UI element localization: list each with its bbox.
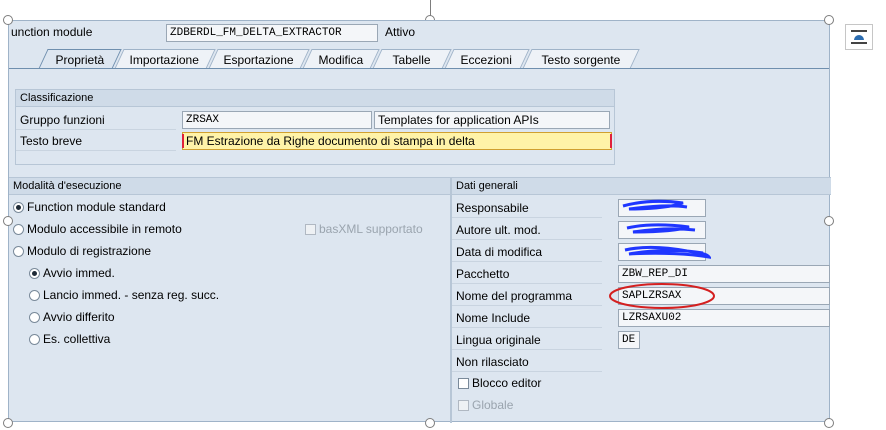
radio-remote-enabled[interactable] (13, 224, 24, 235)
tab-proprieta[interactable]: Proprietà (38, 49, 122, 69)
editor-lock-checkbox[interactable] (458, 378, 469, 389)
radio-immediate-no-restart[interactable] (29, 290, 40, 301)
processing-type-group: Modalità d'esecuzione Function module st… (9, 177, 451, 423)
tab-strip-border (9, 68, 829, 69)
layout-options-button[interactable] (845, 24, 873, 50)
tab-eccezioni[interactable]: Eccezioni (444, 49, 530, 69)
annotation-ellipse (609, 283, 715, 309)
radio-start-immediately[interactable] (29, 268, 40, 279)
tab-tabelle[interactable]: Tabelle (372, 49, 452, 69)
original-language-field[interactable]: DE (618, 331, 640, 349)
resize-handle-middle-right[interactable] (824, 216, 834, 226)
changed-on-label: Data di modifica (452, 242, 602, 262)
classification-title: Classificazione (16, 90, 614, 107)
function-group-description: Templates for application APIs (374, 111, 610, 129)
resize-handle-middle-left[interactable] (3, 216, 13, 226)
status-label: Attivo (385, 25, 416, 39)
processing-type-title: Modalità d'esecuzione (9, 178, 450, 195)
classification-group: Classificazione Gruppo funzioni ZRSAX Te… (15, 89, 615, 165)
radio-function-module-standard[interactable] (13, 202, 24, 213)
function-module-name-field[interactable]: ZDBERDL_FM_DELTA_EXTRACTOR (166, 24, 378, 42)
short-text-field[interactable]: FM Estrazione da Righe documento di stam… (182, 132, 612, 150)
resize-handle-top-left[interactable] (3, 15, 13, 25)
radio-label-standard: Function module standard (27, 200, 166, 214)
radio-label-start-delayed: Avvio differito (43, 310, 115, 324)
radio-start-delayed[interactable] (29, 312, 40, 323)
global-label: Globale (472, 398, 514, 412)
tab-testo-sorgente[interactable]: Testo sorgente (522, 49, 640, 69)
package-label: Pacchetto (452, 264, 602, 284)
tab-importazione[interactable]: Importazione (114, 49, 216, 69)
radio-update-module[interactable] (13, 246, 24, 257)
resize-handle-bottom-right[interactable] (824, 418, 834, 428)
layout-options-icon (851, 30, 867, 44)
radio-collective-run[interactable] (29, 334, 40, 345)
not-released-label: Non rilasciato (452, 352, 602, 372)
function-group-field[interactable]: ZRSAX (182, 111, 372, 129)
program-name-label: Nome del programma (452, 286, 602, 306)
function-group-label: Gruppo funzioni (16, 110, 176, 130)
short-text-label: Testo breve (16, 131, 176, 151)
object-type-label: unction module (11, 25, 93, 39)
resize-handle-bottom-middle[interactable] (425, 418, 435, 428)
radio-label-start-immediately: Avvio immed. (43, 266, 115, 280)
basxml-checkbox[interactable] (305, 224, 316, 235)
radio-label-immediate-no-restart: Lancio immed. - senza reg. succ. (43, 288, 220, 302)
tab-modifica[interactable]: Modifica (302, 49, 380, 69)
resize-handle-bottom-left[interactable] (3, 418, 13, 428)
basxml-label: basXML supportato (319, 222, 423, 236)
global-checkbox[interactable] (458, 400, 469, 411)
resize-handle-top-right[interactable] (824, 15, 834, 25)
last-changed-by-label: Autore ult. mod. (452, 220, 602, 240)
radio-label-remote: Modulo accessibile in remoto (27, 222, 182, 236)
short-text-cursor-marker (182, 134, 184, 148)
short-text-end-marker (610, 134, 612, 148)
radio-label-update: Modulo di registrazione (27, 244, 152, 258)
sap-function-builder-screen: unction module ZDBERDL_FM_DELTA_EXTRACTO… (8, 20, 831, 423)
radio-label-collective-run: Es. collettiva (43, 332, 111, 346)
include-name-label: Nome Include (452, 308, 602, 328)
editor-lock-label: Blocco editor (472, 376, 542, 390)
tab-esportazione[interactable]: Esportazione (208, 49, 310, 69)
include-name-field[interactable]: LZRSAXU02 (618, 309, 830, 327)
original-language-label: Lingua originale (452, 330, 602, 350)
responsible-label: Responsabile (452, 198, 602, 218)
redaction-scribbles (622, 199, 711, 259)
general-data-title: Dati generali (452, 178, 831, 195)
